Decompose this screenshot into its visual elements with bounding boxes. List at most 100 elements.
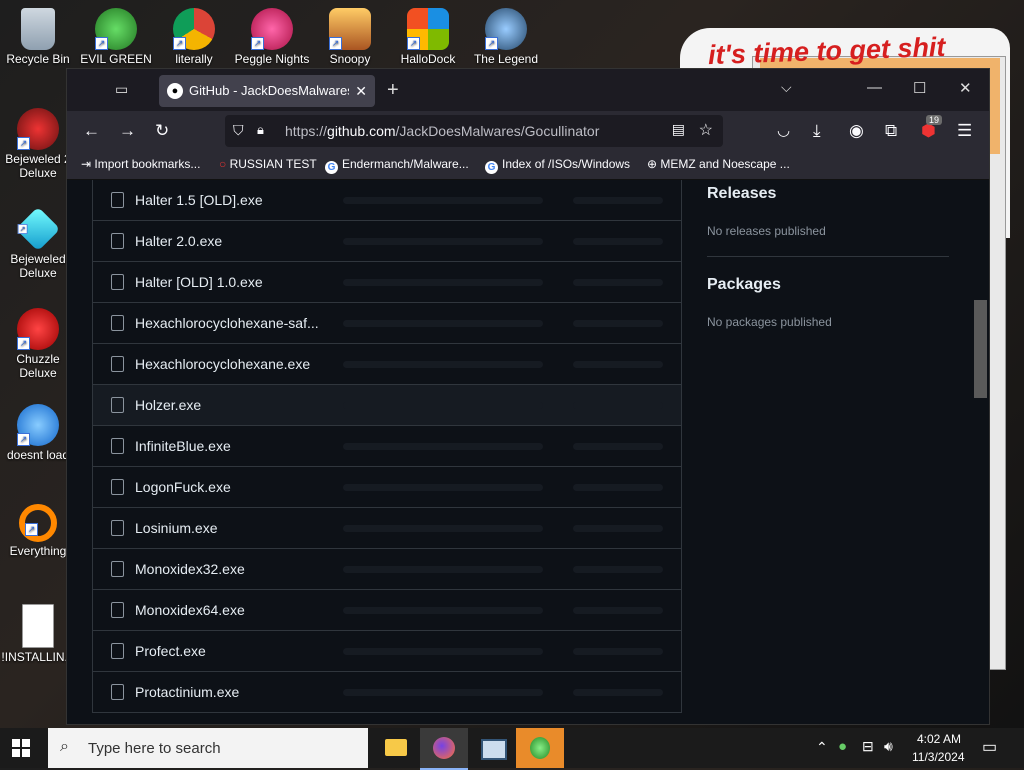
- file-row[interactable]: Protactinium.exe: [92, 672, 682, 713]
- file-list: Halter 1.5 [OLD].exe Halter 2.0.exe Halter…: [92, 180, 682, 713]
- msn-messenger-icon: ↗: [95, 8, 137, 50]
- minimize-icon[interactable]: —: [867, 79, 882, 96]
- file-row[interactable]: Monoxidex32.exe: [92, 549, 682, 590]
- forward-icon[interactable]: →: [119, 121, 136, 141]
- commit-message-placeholder: [343, 484, 543, 491]
- url-bar[interactable]: ⛉ 🔒︎ https://github.com/JackDoesMalwares…: [225, 115, 723, 147]
- bookmark-russian-test[interactable]: ○ RUSSIAN TEST: [219, 157, 317, 171]
- scrollbar-thumb[interactable]: [974, 300, 987, 398]
- file-icon: [111, 479, 124, 495]
- desktop-icon-evil-green[interactable]: ↗ EVIL GREEN: [78, 8, 154, 66]
- maximize-icon[interactable]: ☐: [913, 79, 926, 97]
- file-name-link[interactable]: LogonFuck.exe: [135, 479, 231, 495]
- url-text: https://github.com/JackDoesMalwares/Gocu…: [285, 123, 600, 139]
- desktop-icon-recycle-bin[interactable]: Recycle Bin: [0, 8, 76, 66]
- chuzzle-icon: ↗: [17, 308, 59, 350]
- releases-subtitle: No releases published: [707, 224, 826, 238]
- close-tab-icon[interactable]: ✕: [355, 75, 367, 107]
- file-row[interactable]: Profect.exe: [92, 631, 682, 672]
- taskbar-messenger[interactable]: [516, 728, 564, 768]
- new-tab-icon[interactable]: +: [387, 79, 399, 102]
- file-row[interactable]: Halter [OLD] 1.0.exe: [92, 262, 682, 303]
- windows-start-icon[interactable]: [12, 739, 30, 757]
- desktop-icon-literally[interactable]: ↗ literally: [156, 8, 232, 66]
- extensions-icon[interactable]: ⧉: [885, 121, 897, 141]
- file-name-link[interactable]: Hexachlorocyclohexane-saf...: [135, 315, 319, 331]
- thunderbird-icon: ↗: [17, 404, 59, 446]
- reload-icon[interactable]: ↻: [155, 121, 169, 141]
- file-name-link[interactable]: Halter 1.5 [OLD].exe: [135, 192, 263, 208]
- chevron-up-icon[interactable]: ⌃: [816, 739, 828, 756]
- desktop-icon-the-legend[interactable]: ↗ The Legend: [468, 8, 544, 66]
- reader-view-icon[interactable]: ▤: [672, 121, 685, 138]
- file-name-link[interactable]: Monoxidex64.exe: [135, 602, 245, 618]
- download-icon[interactable]: ⤓: [813, 121, 821, 141]
- desktop-icon-bejeweled-2[interactable]: ↗ Bejeweled 2 Deluxe: [0, 108, 76, 180]
- menu-icon[interactable]: ☰: [957, 121, 972, 141]
- scrollbar[interactable]: [972, 180, 989, 724]
- desktop-icon-chuzzle[interactable]: ↗ Chuzzle Deluxe: [0, 308, 76, 380]
- clock-date[interactable]: 11/3/2024: [912, 750, 965, 764]
- file-row[interactable]: Halter 1.5 [OLD].exe: [92, 180, 682, 221]
- file-name-link[interactable]: Losinium.exe: [135, 520, 218, 536]
- bookmark-memz[interactable]: ⊕ MEMZ and Noescape ...: [647, 157, 790, 171]
- file-row[interactable]: Monoxidex64.exe: [92, 590, 682, 631]
- file-row[interactable]: Halter 2.0.exe: [92, 221, 682, 262]
- taskbar-file-explorer[interactable]: [372, 728, 420, 768]
- user-icon[interactable]: ●: [838, 738, 847, 755]
- pocket-icon[interactable]: ◡: [777, 121, 790, 141]
- file-name-link[interactable]: Monoxidex32.exe: [135, 561, 245, 577]
- account-icon[interactable]: ◉: [849, 121, 864, 141]
- import-icon: ⇥: [81, 157, 95, 171]
- desktop-icon-peggle-nights[interactable]: ↗ Peggle Nights: [234, 8, 310, 66]
- file-row[interactable]: InfiniteBlue.exe: [92, 426, 682, 467]
- bookmark-import[interactable]: ⇥ Import bookmarks...: [81, 157, 200, 171]
- chrome-icon: ↗: [173, 8, 215, 50]
- desktop-icon-doesnt-load[interactable]: ↗ doesnt load: [0, 404, 76, 462]
- file-icon: [111, 356, 124, 372]
- search-icon: ⌕: [60, 738, 69, 755]
- file-name-link[interactable]: Halter 2.0.exe: [135, 233, 222, 249]
- file-name-link[interactable]: Profect.exe: [135, 643, 206, 659]
- clock-time[interactable]: 4:02 AM: [917, 732, 961, 746]
- snoopy-icon: ↗: [329, 8, 371, 50]
- desktop-icon-snoopy[interactable]: ↗ Snoopy: [312, 8, 388, 66]
- desktop-icon-bejeweled[interactable]: ↗ Bejeweled Deluxe: [0, 206, 76, 280]
- file-row[interactable]: LogonFuck.exe: [92, 467, 682, 508]
- desktop-icon-installing[interactable]: !INSTALLIN...: [0, 604, 76, 664]
- commit-date-placeholder: [573, 484, 663, 491]
- bookmark-endermanch[interactable]: G Endermanch/Malware...: [325, 157, 469, 174]
- desktop-icon-everything[interactable]: ↗ Everything: [0, 504, 76, 558]
- file-icon: [111, 684, 124, 700]
- notifications-icon[interactable]: ▭: [982, 737, 997, 757]
- file-row[interactable]: Hexachlorocyclohexane.exe: [92, 344, 682, 385]
- tab-github[interactable]: ● GitHub - JackDoesMalwares/Gocullinator…: [159, 75, 375, 107]
- taskbar-firefox[interactable]: [420, 728, 468, 770]
- commit-message-placeholder: [343, 320, 543, 327]
- chevron-down-icon[interactable]: ⌵: [781, 79, 792, 96]
- network-icon[interactable]: ⊟: [862, 738, 874, 755]
- file-row[interactable]: Hexachlorocyclohexane-saf...: [92, 303, 682, 344]
- desktop-icon-hallodock[interactable]: ↗ HalloDock: [390, 8, 466, 66]
- bookmark-star-icon[interactable]: ☆: [699, 120, 713, 140]
- commit-message-placeholder: [343, 689, 543, 696]
- file-name-link[interactable]: Holzer.exe: [135, 397, 201, 413]
- commit-message-placeholder: [343, 238, 543, 245]
- file-name-link[interactable]: Halter [OLD] 1.0.exe: [135, 274, 263, 290]
- releases-title[interactable]: Releases: [707, 185, 776, 203]
- lock-icon[interactable]: 🔒︎: [257, 122, 264, 138]
- file-name-link[interactable]: InfiniteBlue.exe: [135, 438, 231, 454]
- file-name-link[interactable]: Protactinium.exe: [135, 684, 239, 700]
- file-row[interactable]: Losinium.exe: [92, 508, 682, 549]
- back-icon[interactable]: ←: [83, 121, 100, 141]
- taskbar-search[interactable]: ⌕ Type here to search: [48, 728, 368, 768]
- shield-icon[interactable]: ⛉: [233, 122, 244, 139]
- taskbar-app-window[interactable]: [468, 728, 516, 768]
- file-name-link[interactable]: Hexachlorocyclohexane.exe: [135, 356, 310, 372]
- volume-icon[interactable]: 🔊︎: [884, 738, 893, 755]
- packages-title[interactable]: Packages: [707, 276, 781, 294]
- bookmark-index-isos[interactable]: G Index of /ISOs/Windows: [485, 157, 630, 174]
- file-row[interactable]: Holzer.exe: [92, 385, 682, 426]
- list-all-tabs-icon[interactable]: ▭: [115, 81, 133, 97]
- close-window-icon[interactable]: ✕: [959, 79, 972, 97]
